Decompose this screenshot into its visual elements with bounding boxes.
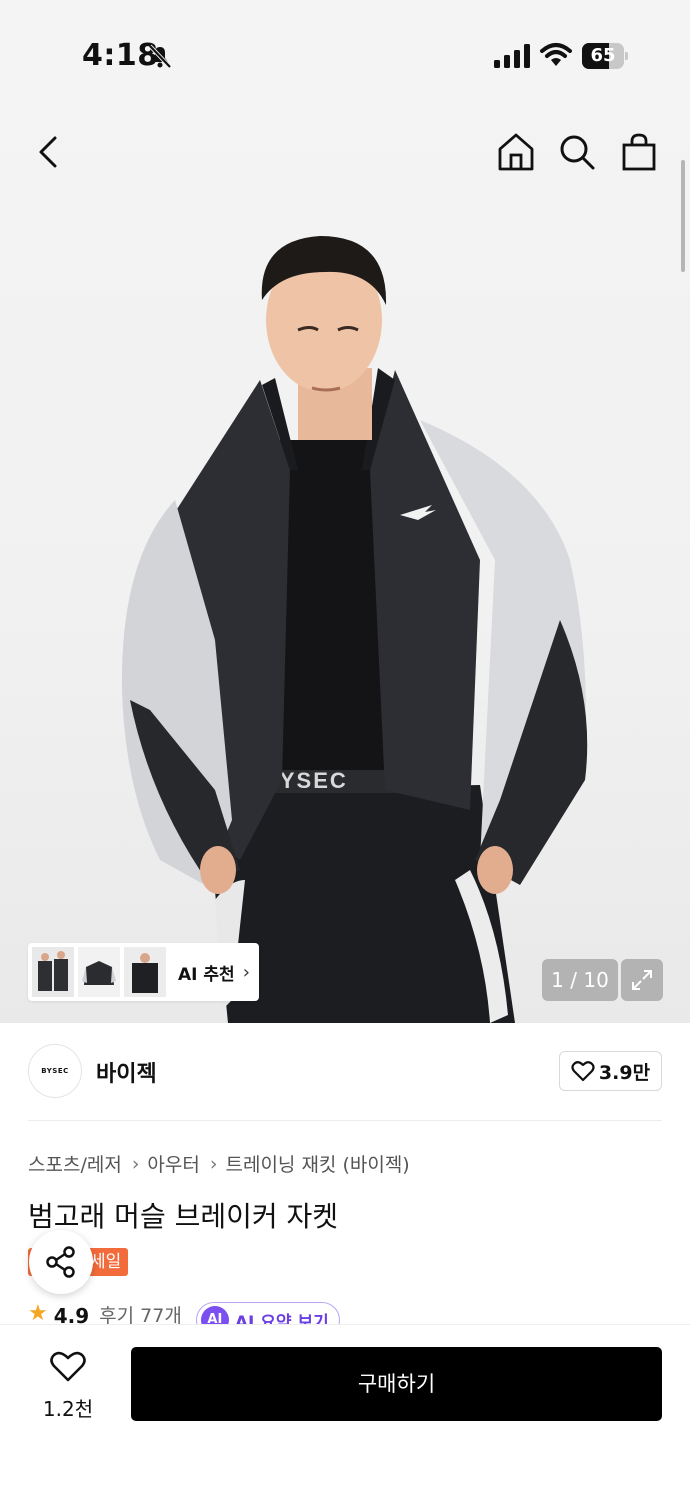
- brand-name[interactable]: 바이젝: [96, 1056, 157, 1088]
- product-detail-screen: BYSEC 4:18 65 AI 추천 › 1 / 10 BYSEC 바이젝 3…: [0, 0, 690, 1500]
- brand-row[interactable]: BYSEC 바이젝 3.9만: [0, 1023, 690, 1121]
- star-icon: ★: [28, 1302, 48, 1324]
- rating-row: ★ 4.9 후기 77개 AI AI 요약 보기: [28, 1302, 668, 1324]
- ai-recommend-label: AI 추천: [178, 964, 235, 985]
- scrollbar[interactable]: [681, 160, 685, 272]
- review-count-link[interactable]: 후기 77개: [99, 1302, 182, 1324]
- home-icon: [498, 133, 534, 171]
- search-button[interactable]: [555, 130, 599, 174]
- divider: [28, 1120, 662, 1121]
- bell-slash-icon: [148, 44, 172, 69]
- share-icon: [46, 1246, 75, 1278]
- favorite-count: 1.2천: [42, 1397, 94, 1421]
- brand-logo[interactable]: BYSEC: [28, 1044, 82, 1098]
- back-button[interactable]: [26, 130, 70, 174]
- ai-summary-label: AI 요약 보기: [234, 1312, 329, 1325]
- heart-icon: [50, 1351, 86, 1382]
- wifi-icon: [540, 43, 572, 66]
- buy-button[interactable]: 구매하기: [131, 1347, 662, 1421]
- brand-like-count: 3.9만: [598, 1061, 651, 1084]
- expand-image-button[interactable]: [621, 959, 663, 1001]
- ai-thumbnail-2: [78, 947, 120, 997]
- ai-recommend-chip[interactable]: AI 추천 ›: [28, 943, 259, 1001]
- breadcrumb-item[interactable]: 아우터: [147, 1150, 199, 1177]
- chevron-right-icon: ›: [242, 961, 250, 983]
- expand-icon: [632, 970, 652, 990]
- shopping-bag-icon: [622, 133, 656, 171]
- battery-icon: 65: [582, 43, 628, 69]
- favorite-button[interactable]: 1.2천: [36, 1349, 100, 1421]
- ai-summary-button[interactable]: AI AI 요약 보기: [195, 1302, 340, 1325]
- rating-value: 4.9: [53, 1304, 90, 1324]
- breadcrumb: 스포츠/레저 › 아우터 › 트레이닝 재킷 (바이젝): [28, 1150, 410, 1177]
- chevron-left-icon: [39, 136, 57, 168]
- cellular-signal-icon: [494, 44, 530, 68]
- breadcrumb-item[interactable]: 스포츠/레저: [28, 1150, 122, 1177]
- cart-button[interactable]: [617, 130, 661, 174]
- chevron-right-icon: ›: [131, 1152, 140, 1175]
- chevron-right-icon: ›: [209, 1152, 218, 1175]
- product-image-gallery[interactable]: BYSEC 4:18 65 AI 추천 › 1 / 10: [0, 0, 690, 1023]
- brand-like-button[interactable]: 3.9만: [559, 1051, 662, 1091]
- ai-thumbnail-1: [32, 947, 74, 997]
- breadcrumb-item[interactable]: 트레이닝 재킷 (바이젝): [225, 1150, 409, 1177]
- battery-level: 65: [590, 45, 616, 66]
- product-title: 범고래 머슬 브레이커 자켓: [28, 1200, 339, 1233]
- share-button[interactable]: [29, 1230, 93, 1294]
- heart-icon: [571, 1061, 595, 1082]
- image-page-counter: 1 / 10: [542, 959, 618, 1001]
- status-bar: 4:18 65: [0, 0, 690, 110]
- ai-thumbnail-3: [124, 947, 166, 997]
- bottom-action-bar: 1.2천 구매하기: [0, 1324, 690, 1500]
- home-button[interactable]: [494, 130, 538, 174]
- ai-badge-icon: AI: [200, 1306, 229, 1324]
- search-icon: [560, 135, 595, 170]
